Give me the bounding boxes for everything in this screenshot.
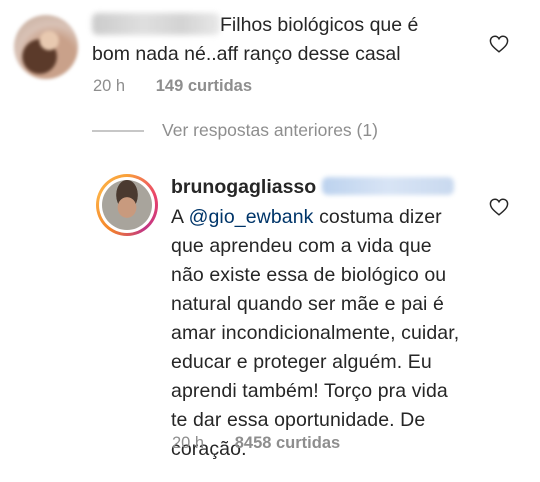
heart-outline-icon[interactable] — [489, 198, 509, 216]
heart-outline-icon[interactable] — [489, 35, 509, 53]
comment-2-line: amar incondicionalmente, cuidar, — [171, 322, 460, 344]
blurred-mention — [322, 177, 455, 195]
comment-2-line: te dar essa oportunidade. De — [171, 409, 426, 431]
comment-1-likes[interactable]: 149 curtidas — [156, 77, 252, 95]
comment-2-line: que aprendeu com a vida que — [171, 235, 432, 257]
avatar-brunogagliasso[interactable] — [102, 180, 152, 230]
comment-2-line: não existe essa de biológico ou — [171, 264, 447, 286]
comment-2-line-1: A @gio_ewbank costuma dizer — [171, 203, 471, 232]
view-previous-replies-link[interactable]: Ver respostas anteriores (1) — [162, 120, 378, 141]
comment-2-meta: 20 h 8458 curtidas — [172, 434, 340, 453]
comment-2-likes[interactable]: 8458 curtidas — [235, 434, 340, 452]
comment-1-text: Filhos biológicos que é bom nada né..aff… — [92, 11, 492, 69]
comment-1-line-2: bom nada né..aff ranço desse casal — [92, 43, 401, 65]
comment-2-suffix: costuma dizer — [313, 206, 442, 228]
replies-divider-line — [92, 130, 144, 132]
comment-2-username[interactable]: brunogagliasso — [171, 176, 316, 198]
avatar-commenter-1[interactable] — [14, 15, 78, 79]
mention-link[interactable]: @gio_ewbank — [189, 206, 314, 228]
comment-1-time: 20 h — [93, 77, 126, 95]
comment-2-text: A @gio_ewbank costuma dizer que aprendeu… — [171, 203, 471, 464]
comment-2-time: 20 h — [172, 434, 205, 452]
comment-2-prefix: A — [171, 206, 189, 228]
comment-2-line: natural quando ser mãe e pai é — [171, 293, 444, 315]
comment-2-author[interactable]: brunogagliasso — [171, 176, 455, 199]
comment-1-meta: 20 h 149 curtidas — [93, 77, 252, 96]
comment-2-line: educar e proteger alguém. Eu — [171, 351, 432, 373]
comment-1-line-1: Filhos biológicos que é — [220, 14, 419, 36]
comment-2-line: aprendi também! Torço pra vida — [171, 380, 448, 402]
